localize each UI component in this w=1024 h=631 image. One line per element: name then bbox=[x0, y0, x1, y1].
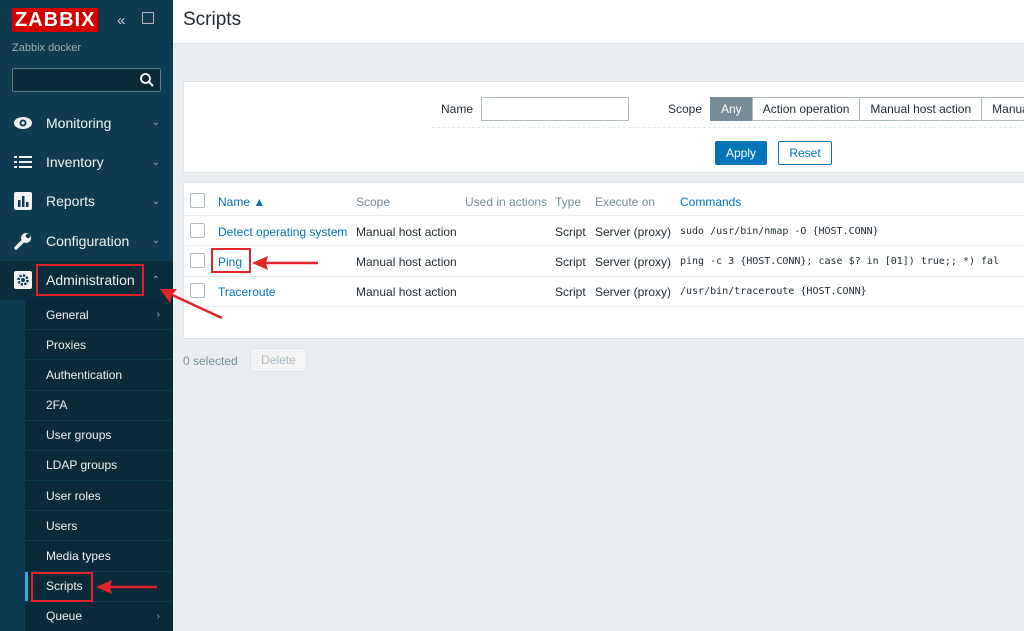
scope-filter-label: Scope bbox=[668, 102, 703, 116]
name-filter-input[interactable] bbox=[481, 97, 629, 121]
filter-divider bbox=[432, 127, 1024, 128]
submenu-ldap-groups[interactable]: LDAP groups bbox=[25, 451, 173, 482]
script-command: sudo /usr/bin/nmap -O {HOST.CONN} bbox=[680, 226, 879, 237]
sidebar: ZABBIX « Zabbix docker Monitoring ⌄ Inve… bbox=[0, 0, 173, 631]
submenu-2fa[interactable]: 2FA bbox=[25, 391, 173, 421]
double-chevron-left-icon[interactable]: « bbox=[117, 12, 125, 29]
script-scope: Manual host action bbox=[356, 285, 457, 299]
annotation-box-scripts bbox=[31, 572, 93, 602]
submenu-label: General bbox=[46, 307, 89, 322]
submenu-label: 2FA bbox=[46, 398, 68, 413]
script-type: Script bbox=[555, 255, 586, 269]
zabbix-logo[interactable]: ZABBIX bbox=[12, 8, 99, 32]
script-execute-on: Server (proxy) bbox=[595, 225, 672, 239]
delete-button[interactable]: Delete bbox=[250, 348, 307, 372]
select-all-checkbox[interactable] bbox=[190, 193, 205, 208]
column-header-type: Type bbox=[555, 195, 582, 209]
menu-label: Monitoring bbox=[46, 114, 112, 131]
submenu-user-groups[interactable]: User groups bbox=[25, 421, 173, 451]
row-checkbox[interactable] bbox=[190, 253, 205, 268]
menu-reports[interactable]: Reports ⌄ bbox=[0, 182, 173, 221]
script-scope: Manual host action bbox=[356, 255, 457, 269]
chevron-right-icon: › bbox=[156, 309, 160, 321]
chevron-up-icon: ⌃ bbox=[151, 274, 160, 286]
main-menu: Monitoring ⌄ Inventory ⌄ Reports ⌄ Confi… bbox=[0, 103, 173, 631]
submenu-proxies[interactable]: Proxies bbox=[25, 330, 173, 361]
script-name-link[interactable]: Traceroute bbox=[218, 285, 276, 299]
row-divider bbox=[184, 215, 1024, 216]
wrench-icon bbox=[0, 232, 46, 250]
submenu-authentication[interactable]: Authentication bbox=[25, 360, 173, 391]
submenu-users[interactable]: Users bbox=[25, 511, 173, 542]
script-execute-on: Server (proxy) bbox=[595, 255, 672, 269]
filter-panel: Name Scope Any Action operation Manual h… bbox=[183, 81, 1024, 173]
submenu-label: LDAP groups bbox=[46, 458, 118, 473]
submenu-media-types[interactable]: Media types bbox=[25, 541, 173, 572]
submenu-label: Users bbox=[46, 518, 78, 533]
menu-inventory[interactable]: Inventory ⌄ bbox=[0, 142, 173, 181]
submenu-label: Media types bbox=[46, 549, 111, 564]
scope-action-operation[interactable]: Action operation bbox=[751, 97, 861, 121]
scripts-table: Name ▲ Scope Used in actions Type Execut… bbox=[183, 182, 1024, 339]
chevron-right-icon: › bbox=[156, 610, 160, 622]
bar-chart-icon bbox=[0, 192, 46, 211]
column-header-scope: Scope bbox=[356, 195, 391, 209]
script-scope: Manual host action bbox=[356, 225, 457, 239]
logo[interactable]: ZABBIX bbox=[12, 8, 99, 32]
column-header-used-in-actions: Used in actions bbox=[465, 195, 548, 209]
menu-label: Inventory bbox=[46, 154, 104, 171]
column-header-commands[interactable]: Commands bbox=[680, 195, 741, 209]
annotation-box-ping bbox=[211, 248, 251, 273]
script-name-link[interactable]: Detect operating system bbox=[218, 225, 347, 239]
scope-any[interactable]: Any bbox=[710, 97, 753, 121]
column-header-execute-on: Execute on bbox=[595, 195, 656, 209]
script-execute-on: Server (proxy) bbox=[595, 285, 672, 299]
chevron-down-icon: ⌄ bbox=[151, 117, 160, 129]
row-divider bbox=[184, 245, 1024, 246]
server-name: Zabbix docker bbox=[12, 42, 82, 54]
list-icon bbox=[0, 155, 46, 169]
annotation-box-administration bbox=[36, 264, 144, 296]
search-input[interactable] bbox=[12, 68, 161, 92]
scope-manual-host-action[interactable]: Manual host action bbox=[859, 97, 983, 121]
reset-button[interactable]: Reset bbox=[778, 141, 832, 165]
name-filter-label: Name bbox=[441, 102, 474, 116]
eye-icon bbox=[0, 116, 46, 130]
submenu-label: User groups bbox=[46, 428, 112, 443]
menu-label: Reports bbox=[46, 193, 96, 210]
expand-icon[interactable] bbox=[142, 12, 154, 24]
submenu-queue[interactable]: Queue › bbox=[25, 602, 173, 631]
submenu-user-roles[interactable]: User roles bbox=[25, 481, 173, 512]
chevron-down-icon: ⌄ bbox=[151, 195, 160, 207]
script-type: Script bbox=[555, 285, 586, 299]
selected-count: 0 selected bbox=[183, 354, 238, 368]
row-checkbox[interactable] bbox=[190, 223, 205, 238]
scope-segmented-control: Any Action operation Manual host action … bbox=[710, 97, 1024, 121]
chevron-down-icon: ⌄ bbox=[151, 156, 160, 168]
submenu-label: Queue bbox=[46, 609, 83, 624]
submenu-label: Authentication bbox=[46, 367, 123, 382]
script-command: ping -c 3 {HOST.CONN}; case $? in [01]) … bbox=[680, 256, 1000, 267]
menu-monitoring[interactable]: Monitoring ⌄ bbox=[0, 103, 173, 142]
submenu-general[interactable]: General › bbox=[25, 300, 173, 331]
script-type: Script bbox=[555, 225, 586, 239]
menu-label: Configuration bbox=[46, 232, 130, 249]
row-checkbox[interactable] bbox=[190, 283, 205, 298]
chevron-down-icon: ⌄ bbox=[151, 235, 160, 247]
apply-button[interactable]: Apply bbox=[715, 141, 767, 165]
column-header-name[interactable]: Name ▲ bbox=[218, 195, 265, 209]
script-command: /usr/bin/traceroute {HOST.CONN} bbox=[680, 286, 867, 297]
page-title: Scripts bbox=[183, 9, 242, 30]
row-divider bbox=[184, 306, 1024, 307]
menu-configuration[interactable]: Configuration ⌄ bbox=[0, 221, 173, 260]
row-divider bbox=[184, 276, 1024, 277]
submenu-label: User roles bbox=[46, 488, 101, 503]
search-icon[interactable] bbox=[139, 72, 155, 88]
scope-manual-event-action[interactable]: Manua bbox=[981, 97, 1024, 121]
submenu-label: Proxies bbox=[46, 337, 87, 352]
page-header: Scripts bbox=[173, 0, 1024, 44]
